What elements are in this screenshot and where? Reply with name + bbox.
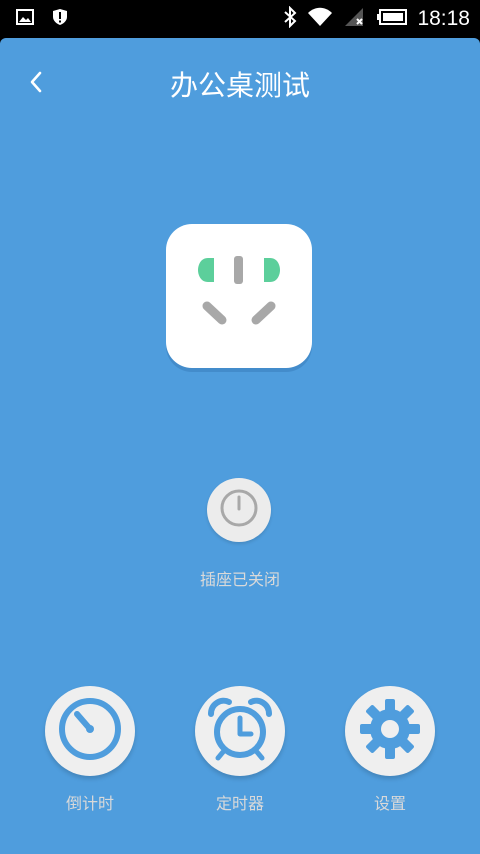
wifi-icon — [307, 7, 333, 31]
power-off-icon — [219, 488, 259, 532]
power-toggle-button[interactable] — [207, 478, 271, 542]
countdown-button[interactable] — [45, 686, 135, 776]
timer-button[interactable] — [195, 686, 285, 776]
gear-icon — [358, 697, 422, 765]
countdown-action: 倒计时 — [45, 686, 135, 814]
countdown-label: 倒计时 — [65, 794, 114, 813]
timer-action: 定时器 — [195, 686, 285, 814]
settings-label: 设置 — [373, 794, 406, 813]
page-title: 办公桌测试 — [169, 69, 310, 102]
settings-action: 设置 — [345, 686, 435, 814]
socket-status-text: 插座已关闭 — [199, 570, 280, 589]
alarm-clock-icon — [205, 696, 275, 766]
status-bar: 18:18 — [0, 0, 480, 38]
power-socket-icon — [194, 254, 284, 338]
settings-button[interactable] — [345, 686, 435, 776]
app-screen: 办公桌测试 插座已关闭 倒计时 定时器 设置 — [0, 38, 480, 854]
battery-icon — [377, 9, 408, 29]
bluetooth-icon — [283, 5, 297, 32]
countdown-icon — [57, 696, 123, 766]
shield-alert-icon — [52, 8, 68, 30]
socket-card[interactable] — [166, 224, 312, 368]
image-icon — [16, 9, 34, 29]
header: 办公桌测试 — [0, 38, 480, 130]
cellular-no-signal-icon — [343, 6, 367, 32]
timer-label: 定时器 — [215, 794, 264, 813]
status-time: 18:18 — [417, 7, 470, 30]
